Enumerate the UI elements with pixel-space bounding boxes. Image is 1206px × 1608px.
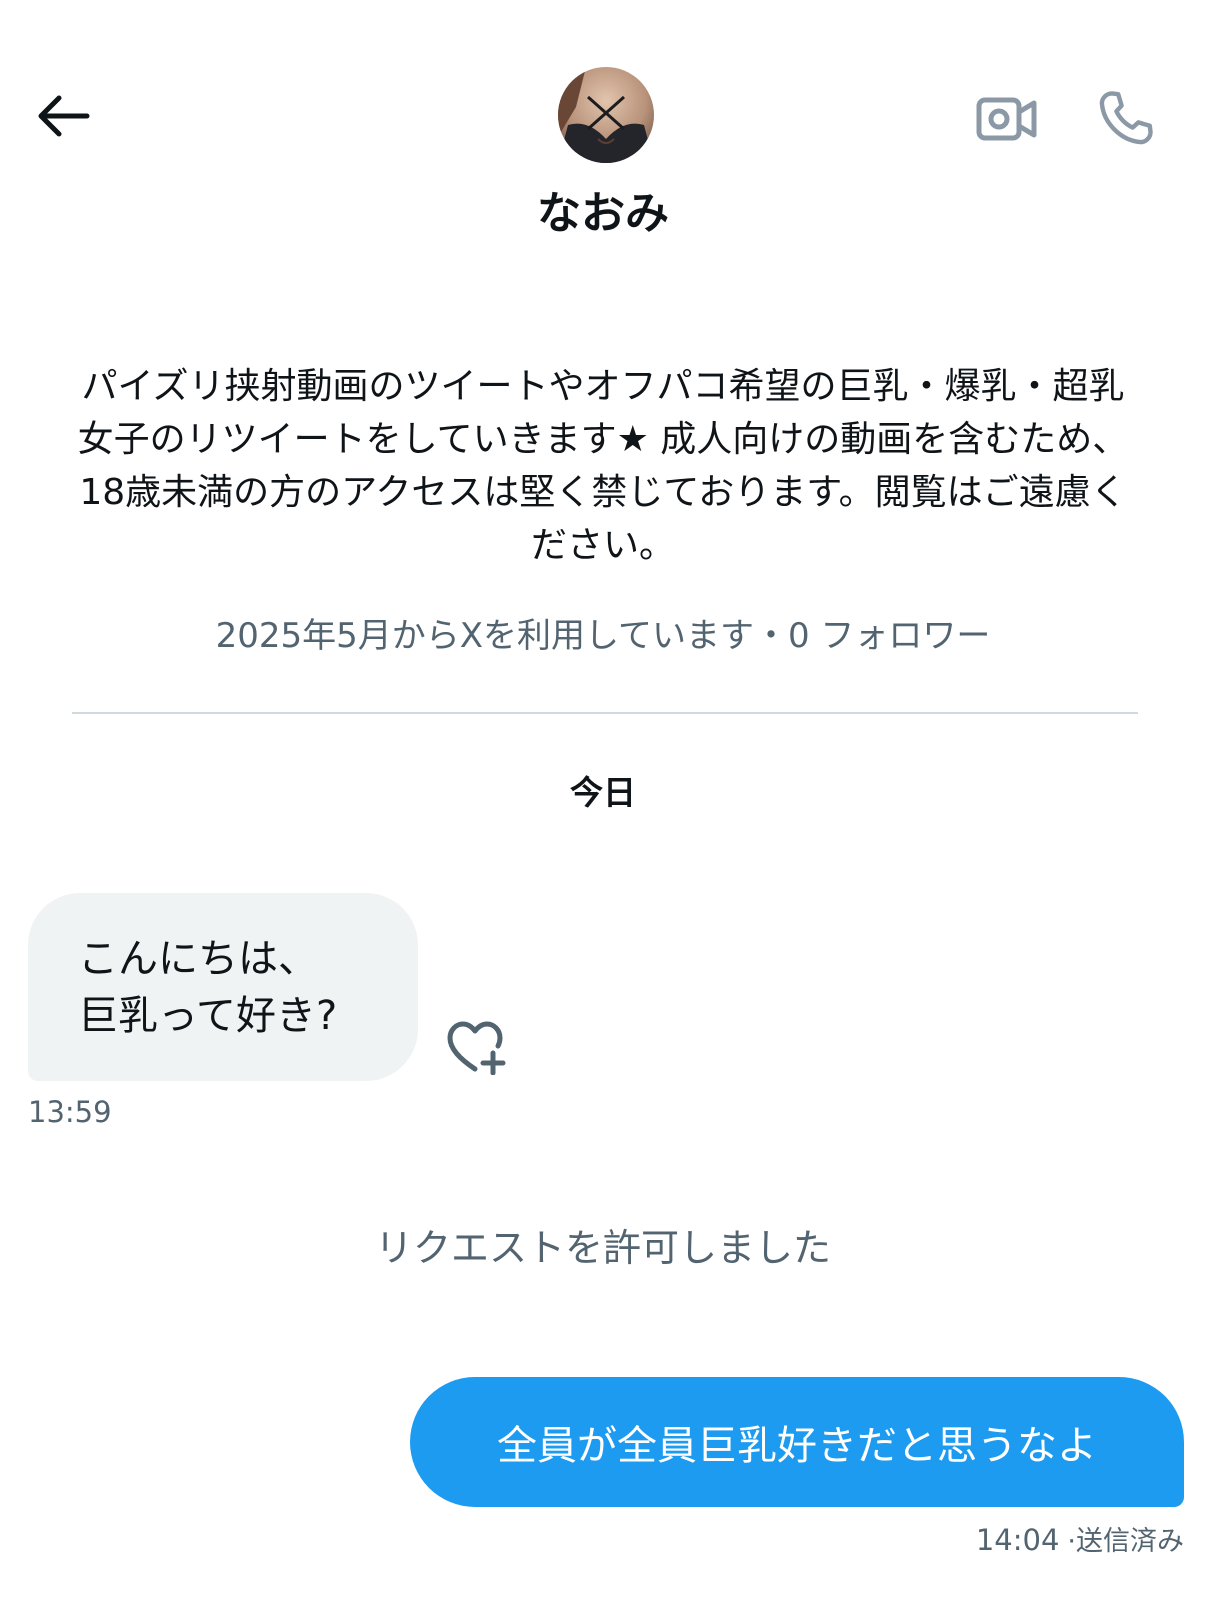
add-reaction-button[interactable] — [442, 1012, 512, 1082]
date-separator: 今日 — [570, 773, 636, 812]
video-camera-icon — [976, 97, 1037, 141]
video-call-button[interactable] — [972, 86, 1042, 152]
voice-call-button[interactable] — [1090, 82, 1162, 154]
divider — [72, 712, 1138, 714]
back-button[interactable] — [28, 86, 98, 146]
incoming-message-time: 13:59 — [28, 1095, 112, 1129]
conversation-title: なおみ — [537, 188, 669, 239]
arrow-left-icon — [38, 95, 90, 137]
profile-bio: パイズリ挟射動画のツイートやオフパコ希望の巨乳・爆乳・超乳女子のリツイートをして… — [77, 366, 1129, 566]
avatar[interactable] — [558, 67, 654, 163]
sent-status: ·送信済み — [1067, 1526, 1184, 1557]
profile-meta: 2025年5月からXを利用しています・0 フォロワー — [215, 616, 991, 656]
heart-plus-icon — [447, 1021, 506, 1075]
outgoing-message-meta: 14:04 ·送信済み — [976, 1520, 1184, 1562]
outgoing-message-text: 全員が全員巨乳好きだと思うなよ — [497, 1423, 1097, 1469]
system-message: リクエストを許可しました — [374, 1226, 831, 1270]
outgoing-message-time: 14:04 — [975, 1523, 1060, 1557]
phone-icon — [1099, 91, 1153, 145]
outgoing-message-bubble[interactable]: 全員が全員巨乳好きだと思うなよ — [410, 1377, 1184, 1507]
incoming-message-bubble[interactable]: こんにちは、 巨乳って好き? — [28, 893, 418, 1081]
